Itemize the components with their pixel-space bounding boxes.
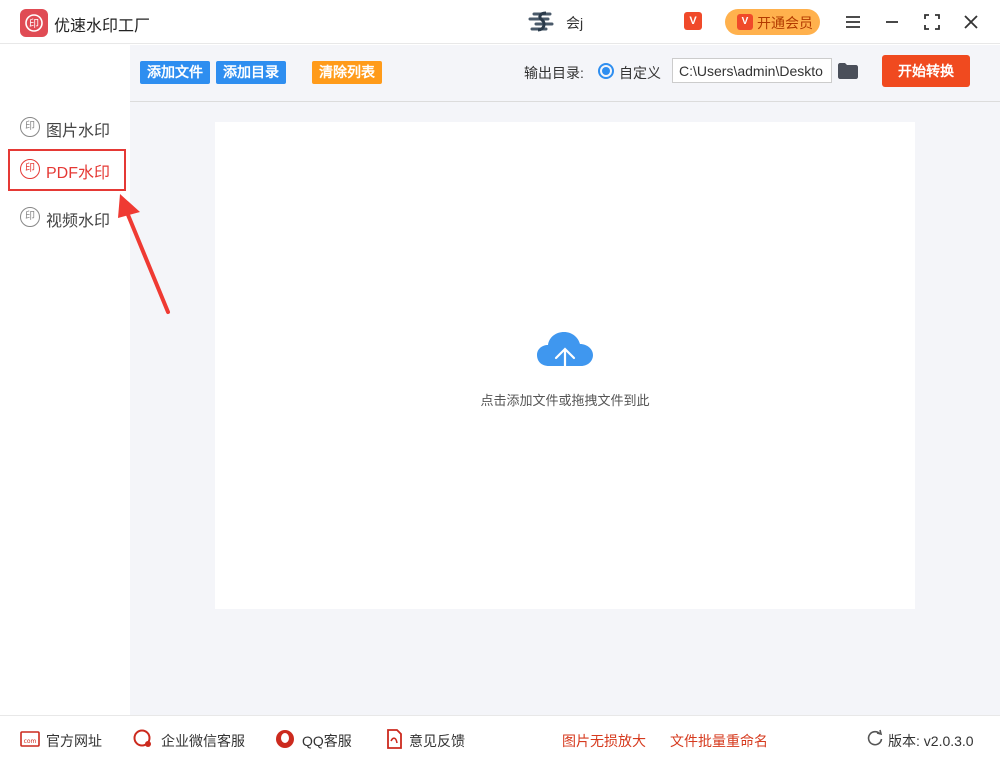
qq-icon [276,730,294,748]
sidebar-item-pdf-watermark[interactable]: 印 PDF水印 [8,149,126,191]
wechat-support-link[interactable]: 企业微信客服 [133,729,253,749]
stamp-icon: 印 [20,207,40,227]
folder-icon[interactable] [837,62,859,80]
batch-rename-link[interactable]: 文件批量重命名 [670,731,768,751]
custom-output-label[interactable]: 自定义 [619,63,661,83]
custom-output-radio[interactable] [598,63,614,79]
qq-support-link[interactable]: QQ客服 [275,729,360,749]
add-file-button[interactable]: 添加文件 [140,61,210,84]
dropzone-hint: 点击添加文件或拖拽文件到此 [480,393,650,408]
minimize-icon[interactable] [880,10,904,34]
wechat-icon [133,729,151,747]
feedback-label: 意见反馈 [409,733,465,749]
open-vip-label: 开通会员 [757,15,813,31]
open-vip-button[interactable]: V 开通会员 [725,9,820,35]
start-convert-button[interactable]: 开始转换 [882,55,970,87]
output-directory-label: 输出目录: [524,65,584,81]
sidebar-item-label: PDF水印 [46,165,111,182]
close-icon[interactable] [959,10,983,34]
vip-badge-icon: V [737,14,753,30]
sidebar-item-image-watermark[interactable]: 印 图片水印 [8,107,126,147]
qq-support-label: QQ客服 [302,733,352,749]
version-label: 版本: v2.0.3.0 [888,733,974,749]
vip-icon[interactable]: V [684,12,702,30]
file-dropzone[interactable]: 点击添加文件或拖拽文件到此 [215,122,915,609]
svg-text:com: com [24,738,37,745]
svg-text:印: 印 [29,18,39,30]
website-label: 官方网址 [46,733,102,749]
toolbar: 添加文件 添加目录 清除列表 输出目录: 自定义 开始转换 [130,45,1000,102]
sidebar-item-video-watermark[interactable]: 印 视频水印 [8,197,126,237]
title-bar: 印 优速水印工厂 会j V V 开通会员 [0,0,1000,44]
annotation-arrow-icon [112,190,176,316]
cloud-upload-icon [535,328,595,380]
feedback-icon [387,729,402,749]
maximize-icon[interactable] [920,10,944,34]
image-enlarge-link[interactable]: 图片无损放大 [562,731,646,751]
main-area: 点击添加文件或拖拽文件到此 [130,102,1000,715]
hamburger-icon[interactable] [841,10,865,34]
sidebar-item-label: 视频水印 [46,213,111,230]
output-path-input[interactable] [672,58,832,83]
website-link[interactable]: com 官方网址 [20,729,110,749]
stamp-icon: 印 [20,117,40,137]
add-directory-button[interactable]: 添加目录 [216,61,286,84]
stamp-icon: 印 [20,159,40,179]
refresh-icon[interactable] [866,729,884,747]
website-icon: com [20,731,40,747]
sidebar-item-label: 图片水印 [46,123,111,140]
feedback-link[interactable]: 意见反馈 [384,729,469,749]
user-name[interactable]: 会j [566,13,583,33]
app-title: 优速水印工厂 [54,18,151,35]
user-logo-icon [528,10,556,34]
wechat-support-label: 企业微信客服 [161,733,245,749]
footer: com 官方网址 企业微信客服 QQ客服 意见反馈 图片无损放大 文件批量重命名… [0,715,1000,760]
sidebar: 印 图片水印 印 PDF水印 印 视频水印 [0,45,130,715]
clear-list-button[interactable]: 清除列表 [312,61,382,84]
app-logo-icon: 印 [20,9,48,37]
